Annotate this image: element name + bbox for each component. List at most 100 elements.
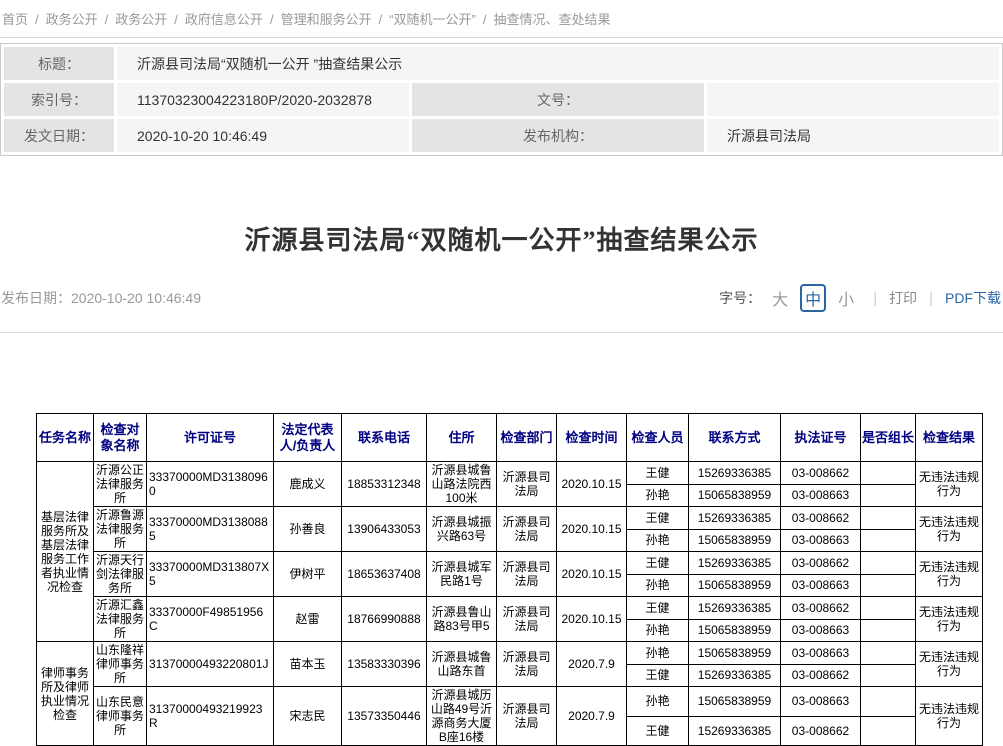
representative-cell: 孙善良: [274, 507, 342, 552]
inspector-cert-cell: 03-008663: [781, 529, 861, 552]
breadcrumb-link-double-random[interactable]: “双随机一公开”: [389, 12, 476, 27]
inspector-contact-cell: 15065838959: [689, 687, 781, 717]
inspector-contact-cell: 15269336385: [689, 552, 781, 575]
font-size-medium-button[interactable]: 中: [800, 284, 826, 312]
publish-date-label: 发布日期：: [1, 290, 71, 306]
inspector-cert-cell: 03-008663: [781, 574, 861, 597]
inspector-contact-cell: 15065838959: [689, 484, 781, 507]
inspector-cert-cell: 03-008663: [781, 484, 861, 507]
inspection-results-table: 任务名称检查对象名称许可证号法定代表人/负责人联系电话住所检查部门检查时间检查人…: [36, 413, 983, 746]
is-leader-cell: [861, 507, 916, 530]
inspector-cert-cell: 03-008662: [781, 664, 861, 687]
representative-cell: 宋志民: [274, 687, 342, 746]
is-leader-cell: [861, 484, 916, 507]
inspector-contact-cell: 15269336385: [689, 462, 781, 485]
breadcrumb-separator: /: [379, 12, 383, 27]
result-cell: 无违法违规行为: [916, 507, 983, 552]
table-row: 沂源汇鑫法律服务所33370000F49851956C赵雷18766990888…: [37, 597, 983, 620]
phone-cell: 13573350446: [342, 687, 427, 746]
is-leader-cell: [861, 529, 916, 552]
inspector-contact-cell: 15065838959: [689, 642, 781, 665]
breadcrumb-link-zwgk2[interactable]: 政务公开: [115, 12, 167, 27]
inspector-contact-cell: 15269336385: [689, 597, 781, 620]
department-cell: 沂源县司法局: [497, 642, 557, 687]
department-cell: 沂源县司法局: [497, 597, 557, 642]
meta-label-agency: 发布机构：: [412, 119, 704, 152]
table-row: 基层法律服务所及基层法律服务工作者执业情况检查沂源公正法律服务所33370000…: [37, 462, 983, 485]
address-cell: 沂源县城军民路1号: [427, 552, 497, 597]
column-header-3: 法定代表人/负责人: [274, 414, 342, 462]
page-title: 沂源县司法局“双随机一公开”抽查结果公示: [0, 220, 1003, 257]
is-leader-cell: [861, 574, 916, 597]
department-cell: 沂源县司法局: [497, 687, 557, 746]
breadcrumb-link-home[interactable]: 首页: [2, 12, 28, 27]
divider: |: [873, 290, 877, 307]
license-number-cell: 31370000493220801J: [147, 642, 274, 687]
is-leader-cell: [861, 664, 916, 687]
inspector-contact-cell: 15065838959: [689, 619, 781, 642]
font-size-label: 字号：: [719, 288, 761, 308]
breadcrumb-link-zwgk1[interactable]: 政务公开: [46, 12, 98, 27]
column-header-12: 检查结果: [916, 414, 983, 462]
inspector-name-cell: 孙艳: [627, 619, 689, 642]
print-button[interactable]: 打印: [889, 288, 917, 308]
meta-value-index: 11370323004223180P/2020-2032878: [117, 83, 409, 116]
representative-cell: 苗本玉: [274, 642, 342, 687]
meta-label-title: 标题：: [4, 47, 114, 80]
target-name-cell: 沂源汇鑫法律服务所: [94, 597, 147, 642]
meta-value-doc-number: [707, 83, 999, 116]
inspector-contact-cell: 15065838959: [689, 574, 781, 597]
inspector-cert-cell: 03-008663: [781, 642, 861, 665]
inspector-contact-cell: 15269336385: [689, 507, 781, 530]
is-leader-cell: [861, 597, 916, 620]
breadcrumb-separator: /: [174, 12, 178, 27]
pdf-download-button[interactable]: PDF下载: [945, 288, 1001, 308]
is-leader-cell: [861, 687, 916, 717]
column-header-4: 联系电话: [342, 414, 427, 462]
inspection-table-body: 基层法律服务所及基层法律服务工作者执业情况检查沂源公正法律服务所33370000…: [37, 462, 983, 746]
result-cell: 无违法违规行为: [916, 552, 983, 597]
inspector-name-cell: 王健: [627, 507, 689, 530]
result-cell: 无违法违规行为: [916, 642, 983, 687]
is-leader-cell: [861, 552, 916, 575]
breadcrumb-link-spotcheck-results[interactable]: 抽查情况、查处结果: [494, 12, 611, 27]
inspector-contact-cell: 15269336385: [689, 664, 781, 687]
inspector-name-cell: 王健: [627, 716, 689, 746]
font-size-small-button[interactable]: 小: [836, 285, 856, 311]
inspector-cert-cell: 03-008662: [781, 507, 861, 530]
publish-date-value: 2020-10-20 10:46:49: [71, 290, 201, 306]
meta-label-doc-number: 文号：: [412, 83, 704, 116]
address-cell: 沂源县鲁山路83号甲5: [427, 597, 497, 642]
is-leader-cell: [861, 462, 916, 485]
inspector-cert-cell: 03-008663: [781, 619, 861, 642]
column-header-9: 联系方式: [689, 414, 781, 462]
inspector-name-cell: 孙艳: [627, 529, 689, 552]
table-row: 山东民意律师事务所31370000493219923R宋志民1357335044…: [37, 687, 983, 717]
inspector-name-cell: 孙艳: [627, 687, 689, 717]
breadcrumb-separator: /: [483, 12, 487, 27]
column-header-1: 检查对象名称: [94, 414, 147, 462]
breadcrumb-link-info-disclosure[interactable]: 政府信息公开: [185, 12, 263, 27]
check-date-cell: 2020.10.15: [557, 507, 627, 552]
license-number-cell: 33370000MD31380960: [147, 462, 274, 507]
breadcrumb-link-mgmt-service[interactable]: 管理和服务公开: [281, 12, 372, 27]
inspector-contact-cell: 15269336385: [689, 716, 781, 746]
result-cell: 无违法违规行为: [916, 597, 983, 642]
is-leader-cell: [861, 619, 916, 642]
representative-cell: 鹿成义: [274, 462, 342, 507]
column-header-0: 任务名称: [37, 414, 94, 462]
inspector-name-cell: 孙艳: [627, 642, 689, 665]
meta-value-agency: 沂源县司法局: [707, 119, 999, 152]
meta-row-title: 标题： 沂源县司法局“双随机一公开 ”抽查结果公示: [4, 47, 999, 80]
table-row: 沂源天行剑法律服务所33370000MD313807X5伊树平186536374…: [37, 552, 983, 575]
column-header-7: 检查时间: [557, 414, 627, 462]
result-cell: 无违法违规行为: [916, 687, 983, 746]
font-size-large-button[interactable]: 大: [770, 285, 790, 311]
check-date-cell: 2020.10.15: [557, 597, 627, 642]
column-header-8: 检查人员: [627, 414, 689, 462]
representative-cell: 伊树平: [274, 552, 342, 597]
address-cell: 沂源县城鲁山路法院西100米: [427, 462, 497, 507]
table-header-row: 任务名称检查对象名称许可证号法定代表人/负责人联系电话住所检查部门检查时间检查人…: [37, 414, 983, 462]
target-name-cell: 沂源公正法律服务所: [94, 462, 147, 507]
inspector-name-cell: 王健: [627, 552, 689, 575]
